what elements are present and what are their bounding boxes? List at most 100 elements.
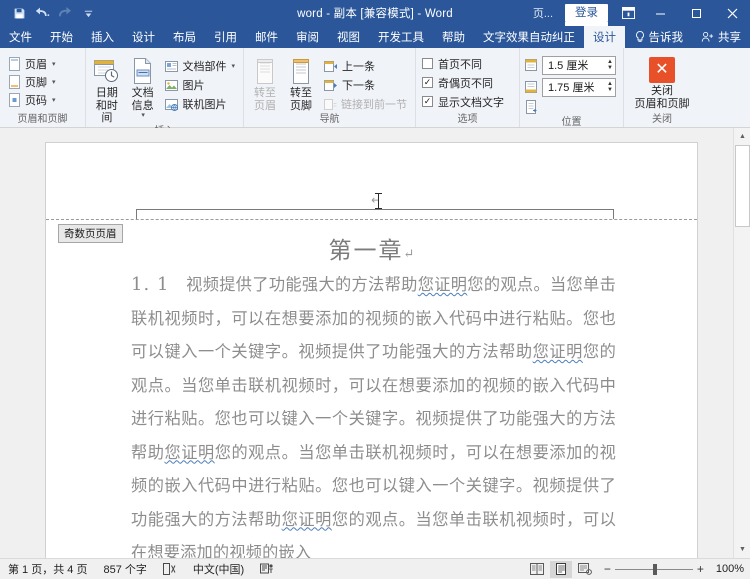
- previous-button[interactable]: 上一条: [320, 57, 411, 75]
- document-heading: 第一章↵: [46, 231, 697, 265]
- checkbox-checked-icon: ✓: [422, 96, 433, 107]
- footer-button[interactable]: 页脚 ▾: [4, 73, 60, 91]
- spinner-arrows-icon[interactable]: ▲▼: [607, 79, 613, 96]
- tab-references[interactable]: 引用: [205, 26, 246, 48]
- customize-qat-icon[interactable]: [77, 3, 99, 23]
- zoom-level-label[interactable]: 100%: [712, 563, 744, 575]
- spinner-arrows-icon[interactable]: ▲▼: [607, 57, 613, 74]
- accessibility-status[interactable]: [252, 563, 282, 575]
- save-icon[interactable]: [8, 3, 30, 23]
- ribbon-group-position: 1.5 厘米 ▲▼ 1.75 厘米 ▲▼ 位置: [520, 48, 624, 127]
- tab-design[interactable]: 设计: [123, 26, 164, 48]
- zoom-slider[interactable]: − +: [598, 563, 710, 575]
- tab-mailings[interactable]: 邮件: [246, 26, 287, 48]
- minimize-button[interactable]: [642, 0, 678, 26]
- show-document-text-checkbox[interactable]: ✓ 显示文档文字: [420, 92, 504, 111]
- goto-header-label: 转至页眉: [249, 87, 281, 112]
- header-boundary-dashed-line: [46, 219, 697, 220]
- quick-parts-button[interactable]: 文档部件 ▾: [161, 57, 239, 75]
- tab-layout[interactable]: 布局: [164, 26, 205, 48]
- vertical-scrollbar[interactable]: ▲ ▼: [733, 128, 750, 558]
- insert-alignment-tab-row[interactable]: [524, 98, 538, 116]
- header-from-top-input[interactable]: 1.5 厘米 ▲▼: [542, 56, 616, 75]
- read-mode-view-button[interactable]: [526, 561, 548, 578]
- online-picture-button[interactable]: 联机图片: [161, 95, 239, 113]
- zoom-track[interactable]: [615, 569, 693, 570]
- goto-header-icon: [254, 55, 276, 87]
- document-body-paragraph[interactable]: 1. 1 视频提供了功能强大的方法帮助您证明您的观点。当您单击联机视频时，可以在…: [131, 268, 616, 558]
- tab-text-effects-autocorrect[interactable]: 文字效果自动纠正: [474, 26, 584, 48]
- share-button[interactable]: 共享: [692, 26, 750, 48]
- web-layout-view-button[interactable]: [574, 561, 596, 578]
- share-person-icon: [701, 31, 714, 43]
- scroll-down-icon[interactable]: ▼: [734, 541, 750, 558]
- proofing-icon: [163, 563, 177, 575]
- chevron-down-icon[interactable]: ▾: [231, 62, 235, 70]
- share-label: 共享: [718, 29, 741, 45]
- footer-label: 页脚: [25, 74, 47, 90]
- scroll-up-icon[interactable]: ▲: [734, 128, 750, 145]
- undo-icon[interactable]: [31, 3, 53, 23]
- next-button[interactable]: 下一条: [320, 76, 411, 94]
- ribbon-group-options: 首页不同 ✓ 奇偶页不同 ✓ 显示文档文字 选项: [416, 48, 520, 127]
- restore-button[interactable]: [678, 0, 714, 26]
- ribbon-tab-bar-right: 告诉我 共享: [626, 26, 750, 48]
- different-odd-even-label: 奇偶页不同: [438, 75, 493, 91]
- page-number-button[interactable]: 页码 ▾: [4, 91, 60, 109]
- different-first-page-label: 首页不同: [438, 56, 482, 72]
- group-label-navigation: 导航: [248, 113, 411, 127]
- previous-icon: [324, 60, 338, 73]
- picture-icon: [165, 79, 178, 92]
- tab-insert[interactable]: 插入: [82, 26, 123, 48]
- link-to-previous-button: 链接到前一节: [320, 95, 411, 113]
- picture-button[interactable]: 图片: [161, 76, 239, 94]
- link-to-previous-label: 链接到前一节: [341, 96, 407, 112]
- tab-home[interactable]: 开始: [41, 26, 82, 48]
- word-count[interactable]: 857 个字: [95, 561, 154, 577]
- page-indicator[interactable]: 第 1 页，共 4 页: [0, 561, 95, 577]
- quick-parts-label: 文档部件: [182, 58, 226, 74]
- footer-from-bottom-input[interactable]: 1.75 厘米 ▲▼: [542, 78, 616, 97]
- status-bar-right: − + 100%: [526, 561, 750, 578]
- group-label-close: 关闭: [628, 113, 696, 127]
- sign-in-button[interactable]: 登录: [565, 4, 608, 22]
- header-button[interactable]: 页眉 ▾: [4, 55, 60, 73]
- goto-footer-button[interactable]: 转至页脚: [284, 53, 318, 112]
- document-page[interactable]: ↵ 奇数页页眉 第一章↵ 1. 1 视频提供了功能强大的方法帮助您证明您的观点。…: [45, 142, 698, 558]
- ribbon-display-options-icon[interactable]: [614, 0, 642, 26]
- chevron-down-icon[interactable]: ▾: [141, 112, 145, 120]
- print-layout-view-button[interactable]: [550, 561, 572, 578]
- chevron-down-icon[interactable]: ▾: [52, 78, 56, 86]
- proofing-status[interactable]: [155, 563, 185, 575]
- zoom-thumb[interactable]: [653, 564, 657, 575]
- tab-help[interactable]: 帮助: [433, 26, 474, 48]
- previous-label: 上一条: [342, 58, 375, 74]
- chevron-down-icon[interactable]: ▾: [52, 60, 56, 68]
- different-odd-even-checkbox[interactable]: ✓ 奇偶页不同: [420, 73, 493, 92]
- ribbon-group-close: ✕ 关闭 页眉和页脚 关闭: [624, 48, 700, 127]
- language-indicator[interactable]: 中文(中国): [185, 561, 252, 577]
- close-button[interactable]: [714, 0, 750, 26]
- header-rule-line: [136, 209, 614, 210]
- chevron-down-icon[interactable]: ▾: [52, 96, 56, 104]
- zoom-in-button[interactable]: +: [697, 563, 704, 575]
- tab-file[interactable]: 文件: [0, 26, 41, 48]
- tab-review[interactable]: 审阅: [287, 26, 328, 48]
- group-label-options: 选项: [420, 113, 515, 127]
- date-time-button[interactable]: 日期和时间: [90, 53, 124, 125]
- close-header-footer-button[interactable]: ✕ 关闭 页眉和页脚: [631, 55, 693, 111]
- goto-footer-label: 转至页脚: [285, 87, 317, 112]
- tell-me-button[interactable]: 告诉我: [626, 26, 693, 48]
- tab-view[interactable]: 视图: [328, 26, 369, 48]
- footer-from-bottom-value: 1.75 厘米: [548, 79, 594, 95]
- footer-from-bottom-icon: [524, 80, 538, 94]
- tab-header-footer-design[interactable]: 设计: [584, 26, 625, 48]
- document-canvas[interactable]: ↵ 奇数页页眉 第一章↵ 1. 1 视频提供了功能强大的方法帮助您证明您的观点。…: [0, 128, 750, 558]
- different-first-page-checkbox[interactable]: 首页不同: [420, 54, 482, 73]
- accessibility-icon: [260, 563, 274, 575]
- zoom-out-button[interactable]: −: [604, 563, 611, 575]
- tab-developer[interactable]: 开发工具: [369, 26, 433, 48]
- scrollbar-thumb[interactable]: [735, 145, 750, 227]
- status-bar: 第 1 页，共 4 页 857 个字 中文(中国) − + 100%: [0, 558, 750, 579]
- doc-info-button[interactable]: 文档信息 ▾: [126, 53, 160, 120]
